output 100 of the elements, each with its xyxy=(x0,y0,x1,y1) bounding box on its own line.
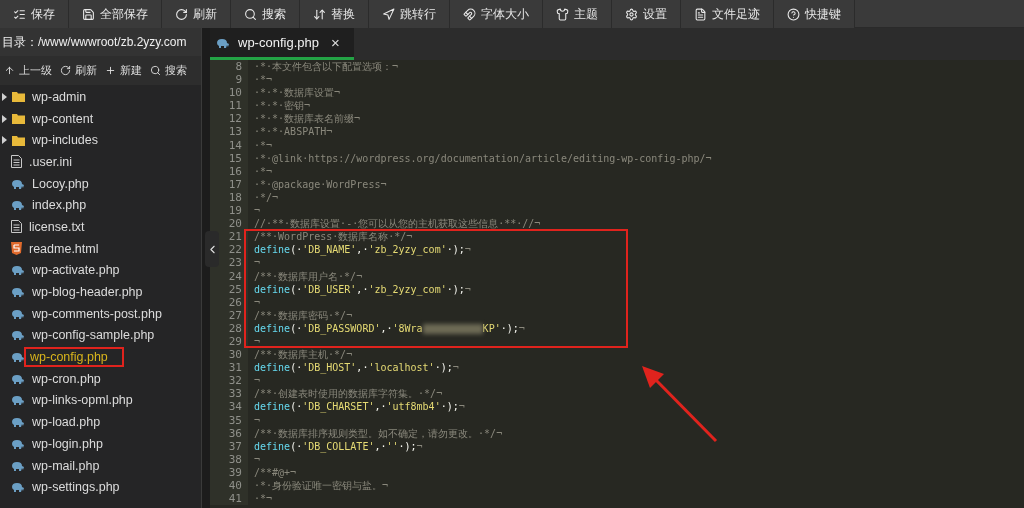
line-number: 34 xyxy=(210,400,248,414)
elephant-icon xyxy=(11,330,25,341)
sidebar-tool-button[interactable]: 刷新 xyxy=(56,58,101,83)
sidebar-tool-button[interactable]: 新建 xyxy=(101,58,146,83)
file-item[interactable]: wp-comments-post.php xyxy=(30,303,164,324)
folder-icon xyxy=(12,91,25,103)
code-line: define(·'DB_HOST',·'localhost'·);¬ xyxy=(253,361,460,375)
line-number: 20 xyxy=(210,217,248,231)
code-line: ·*·*·数据库设置¬ xyxy=(253,86,342,100)
line-number: 12 xyxy=(210,112,248,126)
code-line: /**·WordPress·数据库名称·*/¬ xyxy=(253,230,414,244)
elephant-icon xyxy=(11,265,25,276)
line-number: 13 xyxy=(210,125,248,139)
code-line: define(·'DB_PASSWORD',·'8Wra KP'·);¬ xyxy=(253,321,526,335)
line-number: 41 xyxy=(210,492,248,506)
close-button[interactable]: × xyxy=(326,34,344,51)
toolbar-button[interactable]: 刷新 xyxy=(162,0,231,28)
swap-icon xyxy=(313,7,326,21)
navigation-icon xyxy=(382,7,395,21)
caret-icon[interactable] xyxy=(2,114,7,123)
blurred-text xyxy=(422,323,483,334)
sidebar-tool-button[interactable]: 搜索 xyxy=(146,58,191,83)
toolbar-button[interactable]: 主题 xyxy=(543,0,612,28)
code-line: define(·'DB_USER',·'zb_2yzy_com'·);¬ xyxy=(253,282,472,296)
line-number: 8 xyxy=(210,60,248,74)
code-line: /**·数据库密码·*/¬ xyxy=(253,308,354,322)
caret-icon[interactable] xyxy=(2,136,7,145)
elephant-icon xyxy=(11,200,25,211)
sidebar-tool-button[interactable]: 上一级 xyxy=(0,58,56,83)
code-line: ·*·@link·https://wordpress.org/documentation/article/editing-wp-config-php/¬ xyxy=(253,151,713,165)
shirt-icon xyxy=(556,7,569,21)
elephant-icon xyxy=(11,482,25,493)
file-item[interactable]: wp-load.php xyxy=(30,412,103,433)
toolbar-button[interactable]: 文件足迹 xyxy=(681,0,774,28)
code-line: define(·'DB_COLLATE',·''·);¬ xyxy=(253,439,424,453)
line-number: 19 xyxy=(210,204,248,218)
tab-label: wp-config.php xyxy=(238,35,319,50)
file-item[interactable]: wp-activate.php xyxy=(30,260,122,281)
file-item[interactable]: wp-links-opml.php xyxy=(30,390,135,411)
code-line: ·*¬ xyxy=(253,492,274,506)
file-item[interactable]: wp-admin xyxy=(30,86,89,107)
file-item[interactable]: license.txt xyxy=(27,216,87,237)
toolbar-button[interactable]: 跳转行 xyxy=(369,0,450,28)
toolbar-button[interactable]: 全部保存 xyxy=(69,0,162,28)
plus-icon xyxy=(105,65,116,76)
file-item[interactable]: readme.html xyxy=(27,238,101,259)
folder-icon xyxy=(12,113,25,125)
code-line: ·*·*·ABSPATH¬ xyxy=(253,125,334,139)
code-line: ·*¬ xyxy=(253,164,274,178)
magnet-icon xyxy=(463,7,476,21)
file-item[interactable]: wp-config-sample.php xyxy=(30,325,157,346)
code-line: /**·数据库用户名·*/¬ xyxy=(253,269,364,283)
elephant-icon xyxy=(11,417,25,428)
code-line: ¬ xyxy=(253,295,262,309)
caret-icon[interactable] xyxy=(2,92,7,101)
help-icon xyxy=(787,7,800,21)
code-line: /**·数据库排序规则类型。如不确定，请勿更改。·*/¬ xyxy=(253,426,504,440)
file-tab[interactable]: wp-config.php × xyxy=(210,28,354,60)
elephant-icon xyxy=(11,460,25,471)
line-number: 11 xyxy=(210,99,248,113)
line-number: 33 xyxy=(210,387,248,401)
file-item[interactable]: .user.ini xyxy=(27,151,75,172)
file-item[interactable]: Locoy.php xyxy=(30,173,91,194)
toolbar-button[interactable]: 保存 xyxy=(0,0,69,28)
line-number: 9 xyxy=(210,73,248,87)
code-line: ·*·*·数据库表名前缀¬ xyxy=(253,112,362,126)
toolbar-button[interactable]: 字体大小 xyxy=(450,0,543,28)
elephant-icon xyxy=(11,308,25,319)
file-item[interactable]: wp-includes xyxy=(30,130,100,151)
up-arrow-icon xyxy=(4,65,15,76)
file-item[interactable]: wp-content xyxy=(30,108,96,129)
elephant-icon xyxy=(11,287,25,298)
toolbar-button[interactable]: 设置 xyxy=(612,0,681,28)
folder-icon xyxy=(12,134,25,146)
elephant-icon xyxy=(11,395,25,406)
shield-icon xyxy=(11,242,22,256)
code-line: define(·'DB_NAME',·'zb_2yzy_com'·);¬ xyxy=(253,243,472,257)
elephant-icon xyxy=(11,178,25,189)
code-line: ·*·*·密钥¬ xyxy=(253,99,312,113)
line-number: 40 xyxy=(210,479,248,493)
toolbar-button[interactable]: 搜索 xyxy=(231,0,300,28)
file-item[interactable]: wp-config.php xyxy=(24,347,124,368)
code-line: ¬ xyxy=(253,256,262,270)
toolbar-button[interactable]: 快捷键 xyxy=(774,0,855,28)
code-line: //·**·数据库设置·-·您可以从您的主机获取这些信息·**·//¬ xyxy=(253,217,542,231)
elephant-icon xyxy=(11,352,25,363)
code-line: ·*¬ xyxy=(253,73,274,87)
file-item[interactable]: wp-mail.php xyxy=(30,455,102,476)
file-item[interactable]: wp-login.php xyxy=(30,433,105,454)
line-number: 32 xyxy=(210,374,248,388)
collapse-handle[interactable] xyxy=(205,231,219,267)
code-line: define(·'DB_CHARSET',·'utf8mb4'·);¬ xyxy=(253,400,466,414)
line-number: 31 xyxy=(210,361,248,375)
file-item[interactable]: wp-settings.php xyxy=(30,477,122,498)
line-number: 10 xyxy=(210,86,248,100)
file-item[interactable]: wp-blog-header.php xyxy=(30,282,145,303)
file-item[interactable]: index.php xyxy=(30,195,89,216)
file-item[interactable]: wp-cron.php xyxy=(30,368,103,389)
toolbar-button[interactable]: 替换 xyxy=(300,0,369,28)
elephant-icon xyxy=(216,37,230,48)
